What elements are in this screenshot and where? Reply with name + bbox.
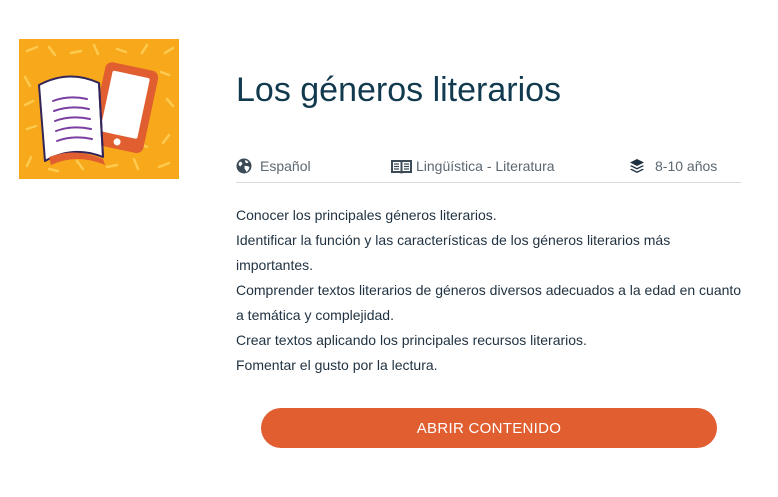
book-and-tablet-illustration — [19, 39, 179, 179]
open-book-icon — [391, 160, 412, 174]
objective-line: Identificar la función y las característ… — [236, 232, 671, 248]
resource-thumbnail — [19, 39, 179, 179]
objective-line: a temática y complejidad. — [236, 307, 394, 323]
meta-subject-label: Lingüística - Literatura — [416, 158, 555, 174]
objective-line: Fomentar el gusto por la lectura. — [236, 357, 438, 373]
meta-language: Español — [236, 154, 311, 178]
objective-line: importantes. — [236, 257, 314, 273]
objective-line: Crear textos aplicando los principales r… — [236, 332, 587, 348]
layers-icon — [630, 159, 644, 173]
objectives-list: Conocer los principales géneros literari… — [236, 203, 746, 378]
objective-line: Conocer los principales géneros literari… — [236, 207, 497, 223]
meta-language-label: Español — [260, 158, 311, 174]
resource-card: Los géneros literarios Español Lingüísti… — [0, 0, 778, 497]
meta-subject: Lingüística - Literatura — [391, 154, 555, 178]
open-content-button[interactable]: ABRIR CONTENIDO — [261, 408, 717, 448]
meta-age-label: 8-10 años — [655, 158, 718, 174]
resource-title: Los géneros literarios — [236, 71, 562, 109]
resource-meta-bar: Español Lingüística - Literatura 8-10 añ… — [236, 154, 741, 183]
meta-age: 8-10 años — [629, 154, 717, 178]
objective-line: Comprender textos literarios de géneros … — [236, 282, 742, 298]
globe-icon — [236, 158, 252, 174]
